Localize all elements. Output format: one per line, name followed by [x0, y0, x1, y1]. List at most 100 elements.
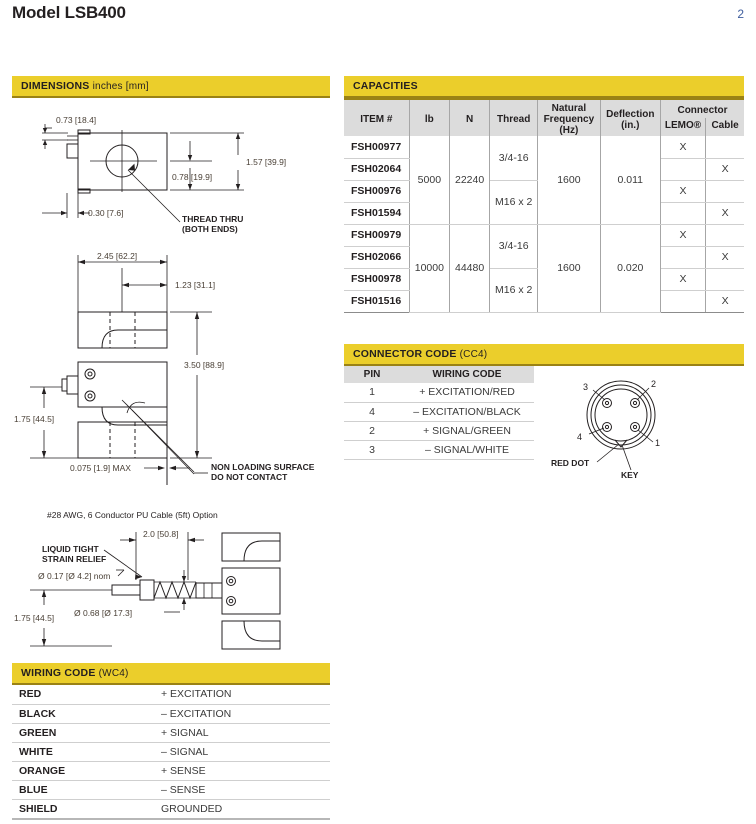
cell-item: FSH02064	[344, 158, 410, 181]
capacities-header-row-top: ITEM # lb N Thread Natural Frequency (Hz…	[344, 99, 744, 136]
table-row: GREEN + SIGNAL	[12, 723, 330, 743]
connector-pinout-diagram: 3 2 4 1 RED DOT KEY	[549, 370, 739, 485]
cable-option-drawing: #28 AWG, 6 Conductor PU Cable (5ft) Opti…	[14, 510, 281, 650]
col-nf-line1: Natural	[551, 103, 587, 114]
dim-1-57: 1.57 [39.9]	[246, 157, 286, 167]
label-strain-relief-line2: STRAIN RELIEF	[42, 554, 106, 564]
cell-wire-color: ORANGE	[12, 761, 159, 781]
cell-cable	[705, 224, 744, 247]
table-row: SHIELD GROUNDED	[12, 799, 330, 820]
table-row: FSH00979 10000 44480 3/4-16 1600 0.020 X	[344, 224, 744, 313]
cell-lemo: X	[660, 136, 707, 159]
table-row: WHITE – SIGNAL	[12, 742, 330, 762]
cell-wire-function: – EXCITATION	[159, 704, 330, 724]
dim-2-0: 2.0 [50.8]	[143, 529, 178, 539]
cell-item: FSH01594	[344, 202, 410, 225]
cell-wire-function: + SIGNAL	[159, 723, 330, 743]
col-cable: Cable	[705, 118, 744, 136]
cell-wiring-code: – EXCITATION/BLACK	[400, 402, 534, 422]
col-nf-line3: (Hz)	[559, 125, 579, 136]
note-non-loading-line1: NON LOADING SURFACE	[211, 462, 315, 472]
capacities-body: FSH00977 5000 22240 3/4-16 1600 0.011 X …	[344, 136, 744, 313]
cell-deflection: 0.011	[600, 136, 661, 225]
dim-2-45: 2.45 [62.2]	[97, 251, 137, 261]
cell-pin: 2	[344, 421, 400, 441]
table-row: 3 – SIGNAL/WHITE	[344, 440, 534, 460]
col-nf-line2: Frequency	[543, 114, 595, 125]
connector-code-band: CONNECTOR CODE (CC4)	[344, 344, 744, 366]
cell-item: FSH02066	[344, 246, 410, 269]
wiring-code-band-code: (WC4)	[98, 668, 129, 679]
cell-cable: X	[705, 290, 744, 313]
cell-n: 22240	[449, 136, 491, 225]
cell-item: FSH00977	[344, 136, 410, 159]
cell-thread: M16 x 2	[489, 268, 539, 313]
cell-cable: X	[705, 202, 744, 225]
dimensions-band: DIMENSIONS inches [mm]	[12, 76, 330, 98]
page-title: Model LSB400	[12, 3, 126, 22]
cell-lemo	[660, 202, 707, 225]
cell-lemo	[660, 158, 707, 181]
label-strain-relief-line1: LIQUID TIGHT	[42, 544, 99, 554]
cell-lemo: X	[660, 180, 707, 203]
col-deflection-line2: (in.)	[621, 119, 640, 131]
table-row: BLACK – EXCITATION	[12, 704, 330, 724]
connector-code-band-title: CONNECTOR CODE	[353, 348, 457, 360]
dim-1-75-front: 1.75 [44.5]	[14, 414, 54, 424]
dim-0-78: 0.78 [19.9]	[172, 172, 212, 182]
col-lb: lb	[409, 99, 450, 136]
wiring-code-band: WIRING CODE (WC4)	[12, 663, 330, 685]
cell-item: FSH00978	[344, 268, 410, 291]
red-dot-label: RED DOT	[551, 458, 590, 468]
cell-item: FSH01516	[344, 290, 410, 313]
cell-lb: 10000	[409, 224, 450, 313]
dim-1-75-cable: 1.75 [44.5]	[14, 613, 54, 623]
pin-label-1: 1	[655, 438, 660, 448]
cell-natural-frequency: 1600	[537, 224, 601, 313]
pin-label-2: 2	[651, 379, 656, 389]
cell-wire-color: GREEN	[12, 723, 159, 743]
cable-option-title: #28 AWG, 6 Conductor PU Cable (5ft) Opti…	[47, 510, 218, 520]
cell-thread: 3/4-16	[489, 136, 539, 181]
dim-0-075-max: 0.075 [1.9] MAX	[70, 463, 131, 473]
cell-pin: 1	[344, 383, 400, 403]
cell-pin: 4	[344, 402, 400, 422]
dimensions-band-title: DIMENSIONS	[21, 80, 90, 92]
cell-wire-color: SHIELD	[12, 799, 159, 820]
cell-deflection: 0.020	[600, 224, 661, 313]
cell-cable: X	[705, 246, 744, 269]
cell-pin: 3	[344, 440, 400, 460]
cell-lemo: X	[660, 268, 707, 291]
table-row: 2 + SIGNAL/GREEN	[344, 421, 534, 441]
col-item: ITEM #	[344, 99, 410, 136]
note-thread-thru-line1: THREAD THRU	[182, 214, 243, 224]
col-thread: Thread	[489, 99, 539, 136]
cell-wire-function: – SIGNAL	[159, 742, 330, 762]
pin-label-4: 4	[577, 432, 582, 442]
datasheet-page: Model LSB400 2 DIMENSIONS inches [mm] 0.…	[0, 0, 756, 824]
col-natural-frequency: Natural Frequency (Hz)	[537, 99, 601, 136]
dim-3-50: 3.50 [88.9]	[184, 360, 224, 370]
col-deflection-line1: Deflection	[606, 108, 655, 120]
note-non-loading-line2: DO NOT CONTACT	[211, 472, 288, 482]
connector-code-band-code: (CC4)	[459, 349, 488, 360]
cell-wire-color: BLUE	[12, 780, 159, 800]
dim-0-68: Ø 0.68 [Ø 17.3]	[74, 608, 132, 618]
wiring-code-panel: WIRING CODE (WC4) RED + EXCITATION BLACK…	[12, 663, 330, 820]
cell-wire-color: BLACK	[12, 704, 159, 724]
cell-thread: M16 x 2	[489, 180, 539, 225]
wiring-code-band-title: WIRING CODE	[21, 667, 96, 679]
table-row: 4 – EXCITATION/BLACK	[344, 402, 534, 422]
cell-wiring-code: – SIGNAL/WHITE	[400, 440, 534, 460]
dim-0-73: 0.73 [18.4]	[56, 115, 96, 125]
wiring-code-body: RED + EXCITATION BLACK – EXCITATION GREE…	[12, 685, 330, 820]
pin-label-3: 3	[583, 382, 588, 392]
col-deflection: Deflection (in.)	[600, 99, 661, 136]
cell-wire-function: – SENSE	[159, 780, 330, 800]
capacities-band-title: CAPACITIES	[353, 80, 418, 92]
cell-wire-function: + SENSE	[159, 761, 330, 781]
page-number: 2	[737, 7, 744, 21]
cell-thread: 3/4-16	[489, 224, 539, 269]
cell-item: FSH00976	[344, 180, 410, 203]
connector-code-header-row: PIN WIRING CODE	[344, 366, 534, 383]
